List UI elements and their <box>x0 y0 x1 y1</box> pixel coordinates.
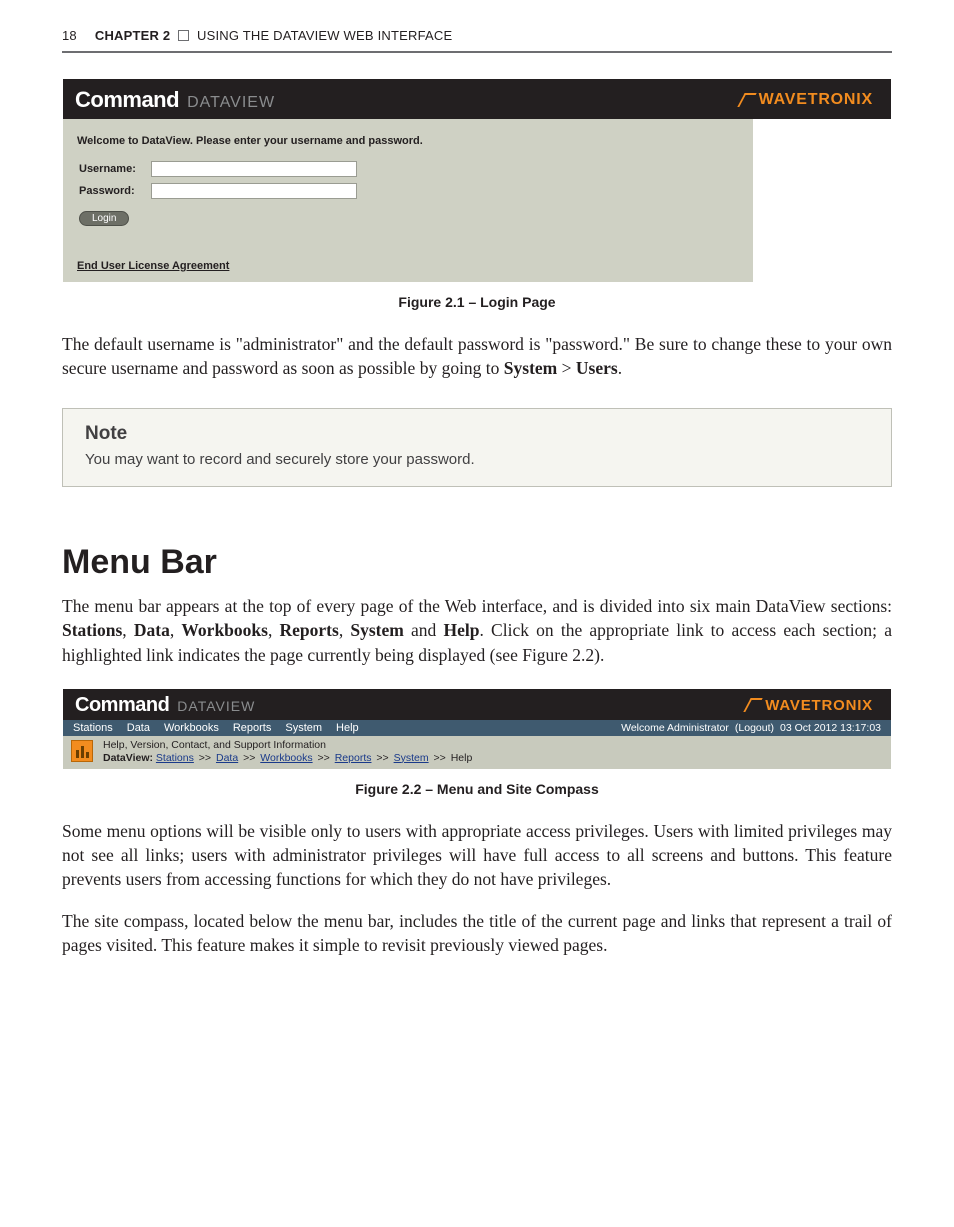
menu-item-help[interactable]: Help <box>336 722 359 734</box>
compass-current: Help <box>451 752 473 764</box>
brand-command: Command <box>75 694 169 717</box>
section-name: System <box>350 620 403 640</box>
menu-item-stations[interactable]: Stations <box>73 722 113 734</box>
login-button[interactable]: Login <box>79 211 129 226</box>
compass-title: Help, Version, Contact, and Support Info… <box>103 739 472 751</box>
figure-2-caption: Figure 2.2 – Menu and Site Compass <box>62 781 892 797</box>
compass-link-stations[interactable]: Stations <box>156 752 194 764</box>
compass-link-system[interactable]: System <box>394 752 429 764</box>
brand-bar: Command DATAVIEW WAVETRONIX <box>63 689 891 720</box>
compass-link-reports[interactable]: Reports <box>335 752 372 764</box>
paragraph-default-credentials: The default username is "administrator" … <box>62 332 892 380</box>
paragraph-privileges: Some menu options will be visible only t… <box>62 819 892 891</box>
running-head: 18 CHAPTER 2 USING THE DATAVIEW WEB INTE… <box>62 28 892 43</box>
square-divider-icon <box>178 30 189 41</box>
note-text: You may want to record and securely stor… <box>85 451 869 468</box>
bar-chart-icon <box>71 740 93 762</box>
menu-item-workbooks[interactable]: Workbooks <box>164 722 219 734</box>
menu-item-system[interactable]: System <box>285 722 322 734</box>
eula-link[interactable]: End User License Agreement <box>77 260 741 272</box>
section-name: Reports <box>280 620 339 640</box>
menu-item-data[interactable]: Data <box>127 722 150 734</box>
wavetronix-logo: WAVETRONIX <box>739 91 873 109</box>
page-number: 18 <box>62 28 77 43</box>
wavetronix-mark-icon <box>745 697 761 713</box>
paragraph-menu-bar-intro: The menu bar appears at the top of every… <box>62 594 892 666</box>
compass-separator: >> <box>373 752 391 764</box>
chapter-title: USING THE DATAVIEW WEB INTERFACE <box>197 28 452 43</box>
wavetronix-mark-icon <box>739 92 755 108</box>
site-compass: Help, Version, Contact, and Support Info… <box>63 736 891 769</box>
section-title-menu-bar: Menu Bar <box>62 543 892 582</box>
section-name: Workbooks <box>181 620 268 640</box>
paragraph-site-compass: The site compass, located below the menu… <box>62 909 892 957</box>
compass-link-workbooks[interactable]: Workbooks <box>260 752 312 764</box>
section-name: Stations <box>62 620 122 640</box>
chapter-label: CHAPTER 2 <box>95 28 170 43</box>
compass-separator: >> <box>315 752 333 764</box>
compass-separator: >> <box>196 752 214 764</box>
menu-bar: Stations Data Workbooks Reports System Help W… <box>63 720 891 736</box>
wavetronix-logo: WAVETRONIX <box>745 697 873 714</box>
note-title: Note <box>85 423 869 445</box>
wavetronix-text: WAVETRONIX <box>759 91 873 109</box>
menu-item-reports[interactable]: Reports <box>233 722 272 734</box>
password-label: Password: <box>79 185 145 197</box>
username-input[interactable] <box>151 161 357 177</box>
username-label: Username: <box>79 163 145 175</box>
logout-link[interactable]: (Logout) <box>735 722 774 734</box>
login-side-blank <box>753 119 891 282</box>
section-name: Help <box>444 620 480 640</box>
menu-timestamp: 03 Oct 2012 13:17:03 <box>780 722 881 734</box>
note-box: Note You may want to record and securely… <box>62 408 892 487</box>
brand-bar: Command DATAVIEW WAVETRONIX <box>63 79 891 119</box>
figure-login-page: Command DATAVIEW WAVETRONIX Welcome to D… <box>63 79 891 282</box>
password-input[interactable] <box>151 183 357 199</box>
wavetronix-text: WAVETRONIX <box>765 697 873 714</box>
brand-dataview: DATAVIEW <box>187 94 275 112</box>
section-name: Data <box>134 620 170 640</box>
login-welcome-text: Welcome to DataView. Please enter your u… <box>77 135 741 147</box>
compass-separator: >> <box>431 752 449 764</box>
header-rule <box>62 51 892 53</box>
figure-1-caption: Figure 2.1 – Login Page <box>62 294 892 310</box>
compass-link-data[interactable]: Data <box>216 752 238 764</box>
figure-menu-bar: Command DATAVIEW WAVETRONIX StationsData… <box>63 689 891 769</box>
menu-welcome-user: Welcome Administrator <box>621 722 729 734</box>
compass-separator: >> <box>240 752 258 764</box>
brand-dataview: DATAVIEW <box>177 698 255 714</box>
compass-prefix: DataView: <box>103 752 156 764</box>
brand-command: Command <box>75 87 179 113</box>
